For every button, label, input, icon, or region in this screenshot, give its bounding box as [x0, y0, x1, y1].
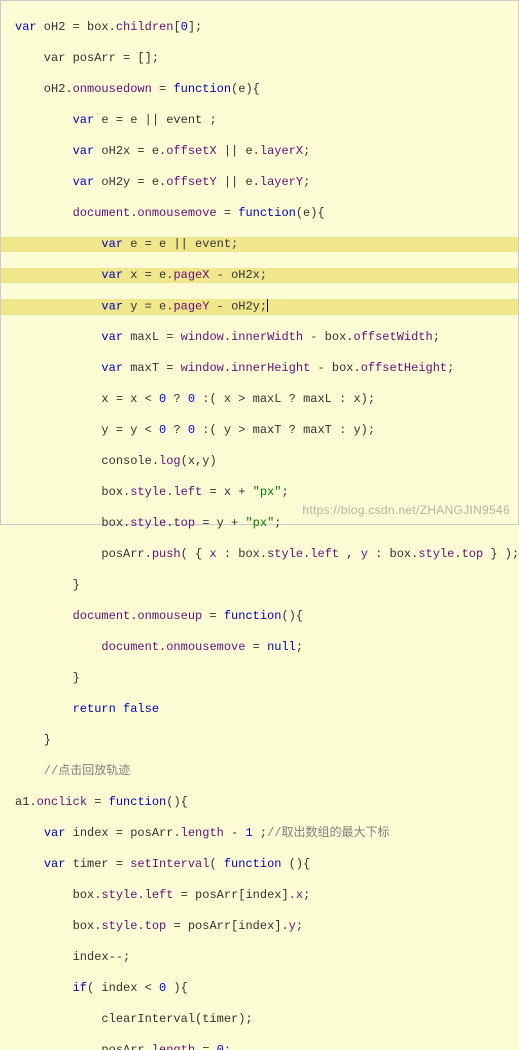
code-line: document.onmouseup = function(){	[15, 609, 518, 625]
code-line: x = x < 0 ? 0 :( x > maxL ? maxL : x);	[15, 392, 518, 408]
code-line: oH2.onmousedown = function(e){	[15, 82, 518, 98]
code-line: }	[15, 671, 518, 687]
code-line: posArr.push( { x : box.style.left , y : …	[15, 547, 518, 563]
code-line: var oH2y = e.offsetY || e.layerY;	[15, 175, 518, 191]
code-line: document.onmousemove = function(e){	[15, 206, 518, 222]
code-line: box.style.left = posArr[index].x;	[15, 888, 518, 904]
code-line: box.style.left = x + "px";	[15, 485, 518, 501]
code-line: var timer = setInterval( function (){	[15, 857, 518, 873]
code-line: var maxT = window.innerHeight - box.offs…	[15, 361, 518, 377]
code-line: return false	[15, 702, 518, 718]
code-line: if( index < 0 ){	[15, 981, 518, 997]
code-line: document.onmousemove = null;	[15, 640, 518, 656]
code-line: var posArr = [];	[15, 51, 518, 67]
code-line: var e = e || event ;	[15, 113, 518, 129]
code-line: y = y < 0 ? 0 :( y > maxT ? maxT : y);	[15, 423, 518, 439]
code-line: box.style.top = y + "px";	[15, 516, 518, 532]
text-cursor	[267, 299, 268, 312]
code-line: clearInterval(timer);	[15, 1012, 518, 1028]
watermark-text: https://blog.csdn.net/ZHANGJIN9546	[302, 503, 510, 519]
code-line-highlighted: var x = e.pageX - oH2x;	[1, 268, 518, 284]
code-line: box.style.top = posArr[index].y;	[15, 919, 518, 935]
code-line: var index = posArr.length - 1 ;//取出数组的最大…	[15, 826, 518, 842]
code-line: //点击回放轨迹	[15, 764, 518, 780]
code-line: console.log(x,y)	[15, 454, 518, 470]
code-line: a1.onclick = function(){	[15, 795, 518, 811]
code-line-highlighted: var e = e || event;	[1, 237, 518, 253]
code-editor[interactable]: var oH2 = box.children[0]; var posArr = …	[1, 1, 518, 1050]
code-line: }	[15, 733, 518, 749]
code-line: posArr.length = 0;	[15, 1043, 518, 1050]
code-line: var oH2 = box.children[0];	[15, 20, 518, 36]
code-line-highlighted: var y = e.pageY - oH2y;	[1, 299, 518, 315]
code-line: }	[15, 578, 518, 594]
code-line: var maxL = window.innerWidth - box.offse…	[15, 330, 518, 346]
code-line: index--;	[15, 950, 518, 966]
code-line: var oH2x = e.offsetX || e.layerX;	[15, 144, 518, 160]
